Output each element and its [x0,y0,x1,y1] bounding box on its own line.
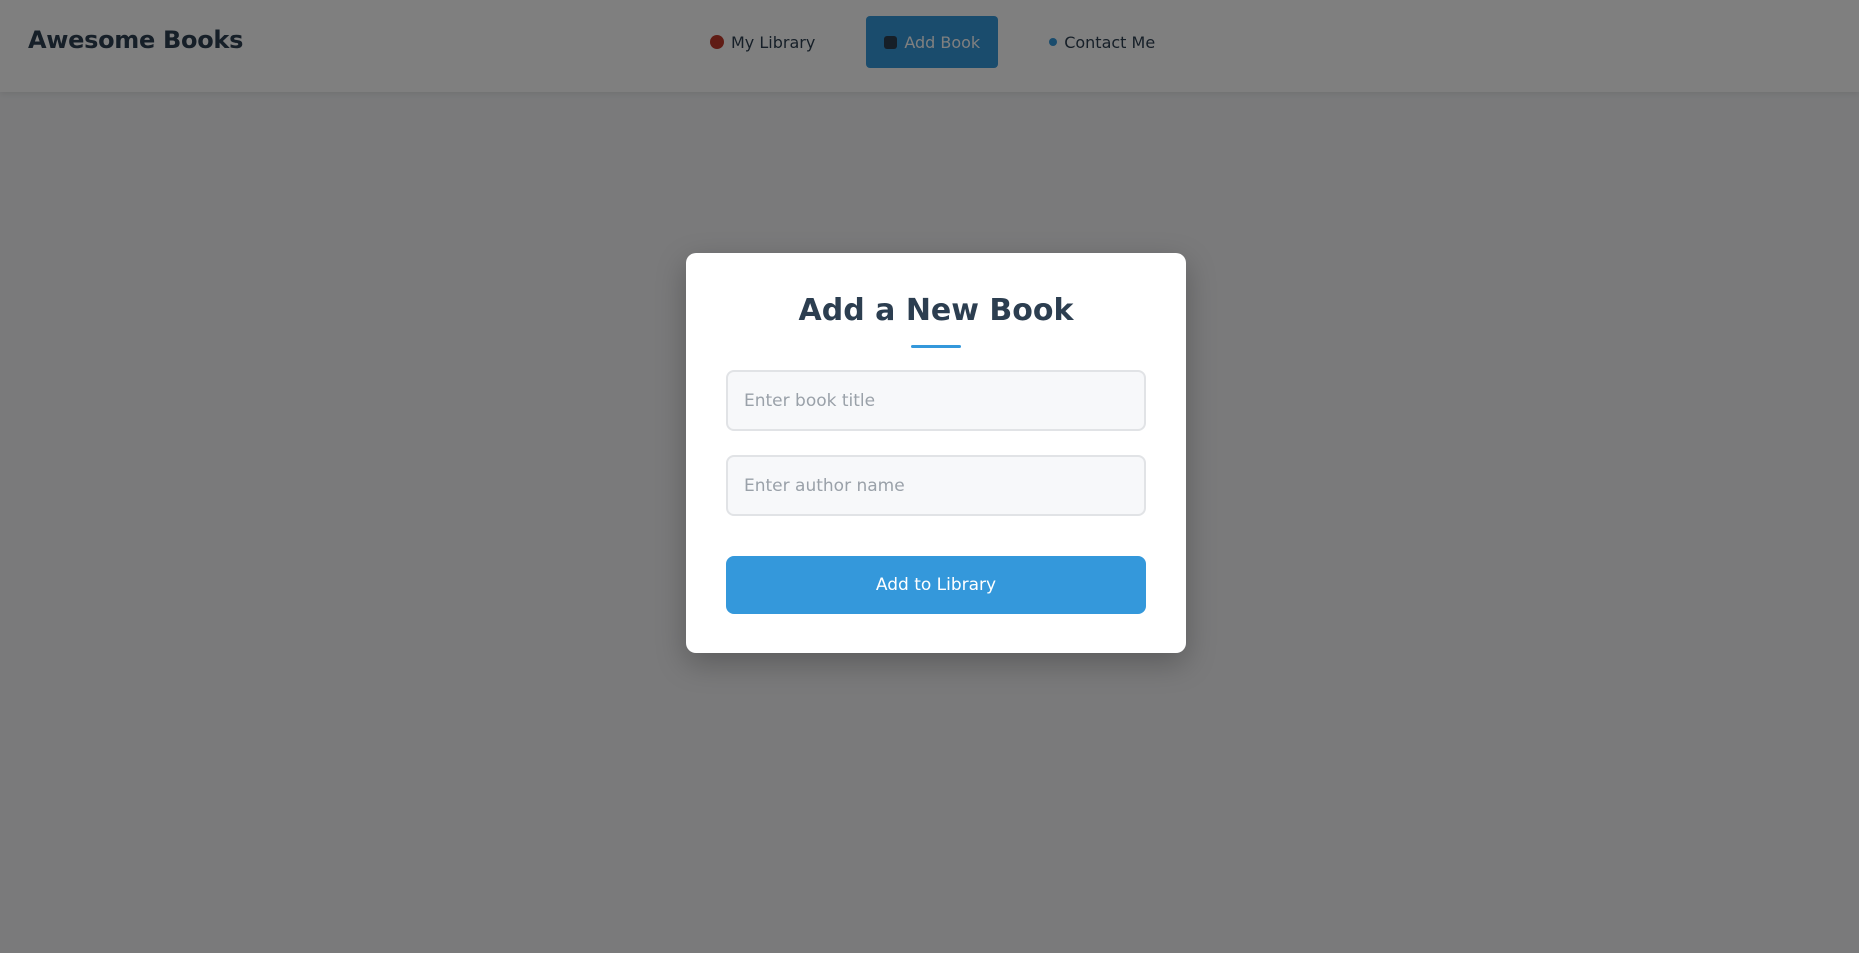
author-name-input[interactable] [726,455,1146,516]
title-underline [911,345,961,348]
page: Awesome Books My Library Add Book Contac… [0,0,1859,953]
modal-title: Add a New Book [798,293,1074,328]
book-title-input[interactable] [726,370,1146,431]
add-book-modal: Add a New Book Add to Library [686,253,1186,653]
add-to-library-button[interactable]: Add to Library [726,556,1146,614]
